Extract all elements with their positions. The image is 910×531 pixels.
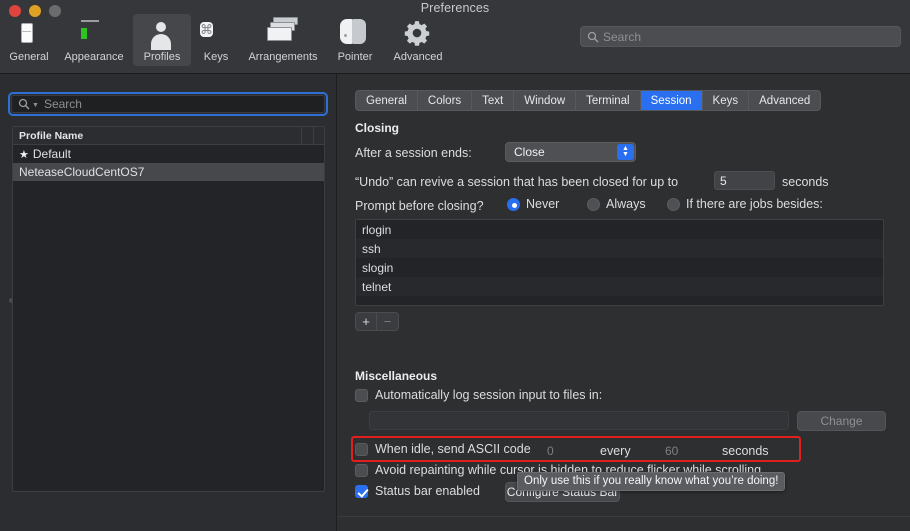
toolbar-item-label: Arrangements bbox=[248, 51, 317, 64]
prompt-option-label: Never bbox=[526, 197, 559, 211]
idle-interval-input[interactable]: 60 bbox=[660, 441, 704, 460]
checkbox-indicator bbox=[355, 389, 368, 402]
preferences-window: Preferences General Appearance Profiles … bbox=[0, 0, 910, 531]
after-session-ends-label: After a session ends: bbox=[355, 146, 472, 160]
job-list-item[interactable]: slogin bbox=[356, 258, 883, 277]
profile-list-item[interactable]: NeteaseCloudCentOS7 bbox=[13, 163, 324, 181]
miscellaneous-section-title: Miscellaneous bbox=[355, 369, 437, 383]
toolbar-item-label: Advanced bbox=[394, 51, 443, 64]
panel-divider bbox=[337, 516, 910, 517]
undo-seconds-suffix-label: seconds bbox=[782, 175, 829, 189]
profile-list-table[interactable]: Profile Name ★ Default NeteaseCloudCentO… bbox=[12, 126, 325, 492]
column-header-profile-name: Profile Name bbox=[13, 130, 83, 142]
tab-colors[interactable]: Colors bbox=[418, 91, 472, 110]
change-log-path-button[interactable]: Change bbox=[797, 411, 886, 431]
window-titlebar: Preferences General Appearance Profiles … bbox=[0, 0, 910, 74]
jobs-list-controls: + − bbox=[355, 312, 399, 331]
tab-text[interactable]: Text bbox=[472, 91, 514, 110]
toolbar-item-general[interactable]: General bbox=[3, 14, 55, 66]
tab-advanced[interactable]: Advanced bbox=[749, 91, 820, 110]
preferences-toolbar: General Appearance Profiles ⌘ Keys Arran… bbox=[2, 14, 452, 66]
arrangements-icon bbox=[267, 17, 299, 49]
idle-ascii-code-input[interactable]: 0 bbox=[542, 441, 592, 460]
auto-log-session-label: Automatically log session input to files… bbox=[375, 388, 602, 402]
toolbar-item-label: Profiles bbox=[144, 51, 181, 64]
profile-search-input[interactable]: ▼ Search bbox=[11, 95, 325, 113]
general-icon bbox=[13, 17, 45, 49]
settings-tab-bar: General Colors Text Window Terminal Sess… bbox=[355, 90, 821, 111]
undo-revive-prefix-label: “Undo” can revive a session that has bee… bbox=[355, 175, 678, 189]
toolbar-item-label: General bbox=[9, 51, 48, 64]
prompt-option-jobs-besides[interactable]: If there are jobs besides: bbox=[667, 197, 823, 211]
toolbar-item-label: Appearance bbox=[64, 51, 123, 64]
job-list-item[interactable]: rlogin bbox=[356, 220, 883, 239]
session-settings-panel: General Colors Text Window Terminal Sess… bbox=[337, 74, 910, 531]
search-scope-chevron-down-icon[interactable]: ▼ bbox=[32, 102, 39, 109]
idle-ascii-label: When idle, send ASCII code bbox=[375, 442, 531, 456]
toolbar-item-label: Pointer bbox=[338, 51, 373, 64]
appearance-icon bbox=[78, 17, 110, 49]
profile-search-placeholder: Search bbox=[44, 97, 82, 111]
radio-indicator bbox=[667, 198, 680, 211]
after-session-ends-value: Close bbox=[514, 145, 545, 159]
prompt-before-closing-label: Prompt before closing? bbox=[355, 199, 484, 213]
log-path-input[interactable] bbox=[369, 411, 789, 430]
idle-every-label: every bbox=[600, 444, 631, 458]
toolbar-item-pointer[interactable]: Pointer bbox=[327, 14, 383, 66]
toolbar-item-appearance[interactable]: Appearance bbox=[57, 14, 131, 66]
toolbar-item-keys[interactable]: ⌘ Keys bbox=[193, 14, 239, 66]
toolbar-item-arrangements[interactable]: Arrangements bbox=[241, 14, 325, 66]
profile-name-label: Default bbox=[33, 147, 71, 161]
radio-indicator bbox=[587, 198, 600, 211]
window-title: Preferences bbox=[0, 1, 910, 15]
star-icon: ★ bbox=[19, 148, 29, 161]
prompt-option-label: Always bbox=[606, 197, 646, 211]
toolbar-item-profiles[interactable]: Profiles bbox=[133, 14, 191, 66]
after-session-ends-dropdown[interactable]: Close ▲▼ bbox=[505, 142, 636, 162]
idle-seconds-label: seconds bbox=[722, 444, 769, 458]
status-bar-enabled-label: Status bar enabled bbox=[375, 484, 480, 498]
pointer-icon bbox=[339, 17, 371, 49]
checkbox-indicator bbox=[355, 485, 368, 498]
idle-ascii-checkbox[interactable]: When idle, send ASCII code bbox=[355, 442, 531, 456]
profile-table-header: Profile Name bbox=[13, 127, 324, 145]
profile-search-focus-ring: ▼ Search bbox=[8, 92, 328, 116]
toolbar-search-placeholder: Search bbox=[603, 30, 641, 44]
tab-keys[interactable]: Keys bbox=[703, 91, 750, 110]
job-list-item[interactable]: telnet bbox=[356, 277, 883, 296]
tab-session[interactable]: Session bbox=[641, 91, 703, 110]
prompt-option-always[interactable]: Always bbox=[587, 197, 646, 211]
checkbox-indicator bbox=[355, 443, 368, 456]
chevron-up-down-icon: ▲▼ bbox=[617, 144, 634, 160]
profiles-sidebar: ▼ Search Profile Name ★ Default NeteaseC… bbox=[0, 74, 337, 531]
add-job-button[interactable]: + bbox=[356, 313, 377, 330]
toolbar-item-advanced[interactable]: Advanced bbox=[385, 14, 451, 66]
prompt-option-label: If there are jobs besides: bbox=[686, 197, 823, 211]
checkbox-indicator bbox=[355, 464, 368, 477]
search-icon bbox=[18, 98, 30, 110]
tab-general[interactable]: General bbox=[356, 91, 418, 110]
jobs-list-box[interactable]: rlogin ssh slogin telnet bbox=[355, 219, 884, 306]
profile-name-label: NeteaseCloudCentOS7 bbox=[19, 165, 144, 179]
toolbar-item-label: Keys bbox=[204, 51, 228, 64]
tab-terminal[interactable]: Terminal bbox=[576, 91, 640, 110]
tab-window[interactable]: Window bbox=[514, 91, 576, 110]
advanced-gear-icon bbox=[402, 17, 434, 49]
tooltip: Only use this if you really know what yo… bbox=[517, 472, 785, 491]
toolbar-search-field[interactable]: Search bbox=[580, 26, 901, 47]
job-list-item[interactable]: ssh bbox=[356, 239, 883, 258]
profile-list-item[interactable]: ★ Default bbox=[13, 145, 324, 163]
prompt-option-never[interactable]: Never bbox=[507, 197, 559, 211]
closing-section-title: Closing bbox=[355, 121, 399, 135]
profiles-icon bbox=[146, 17, 178, 49]
search-icon bbox=[587, 31, 599, 43]
auto-log-session-checkbox[interactable]: Automatically log session input to files… bbox=[355, 388, 602, 402]
undo-seconds-input[interactable]: 5 bbox=[714, 171, 775, 190]
radio-indicator bbox=[507, 198, 520, 211]
keys-icon: ⌘ bbox=[200, 17, 232, 49]
status-bar-enabled-checkbox[interactable]: Status bar enabled bbox=[355, 484, 480, 498]
remove-job-button[interactable]: − bbox=[377, 313, 398, 330]
